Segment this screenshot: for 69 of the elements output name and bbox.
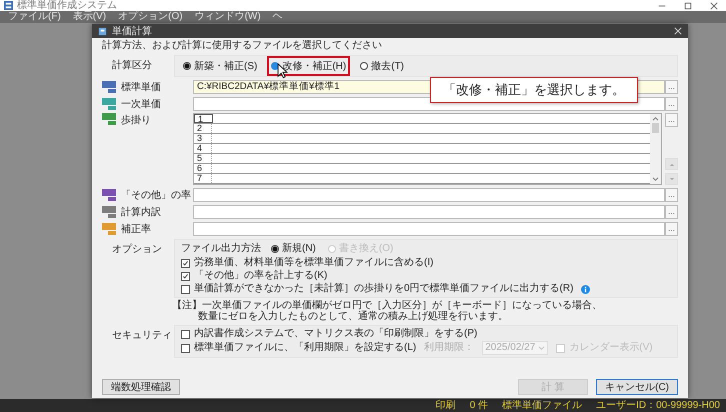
down-triangle-icon [668,176,674,182]
field-label: 補正率 [121,222,152,236]
section-label: 計算区分 [111,58,153,72]
field-label: 歩掛り [121,114,152,127]
browse-button[interactable]: ... [665,188,678,202]
radio-option[interactable]: 新規(N) [269,242,318,256]
checkbox-option[interactable]: 内訳書作成システムで、マトリクス表の「印刷制限」をする(P) [181,328,478,340]
row-number: 4 [194,144,212,153]
scroll-up-icon[interactable] [652,116,659,121]
menu-item[interactable]: ヘ [272,11,283,23]
row-number: 2 [194,124,212,133]
radio-option[interactable]: 新築・補正(S) [181,58,260,74]
file-path-field[interactable] [193,222,665,236]
close-icon[interactable] [710,2,718,10]
info-icon[interactable] [581,284,590,294]
field-label: 一次単価 [121,98,162,110]
scrollbar[interactable] [650,114,661,184]
radio-button[interactable] [183,62,191,70]
field-label: 計算内訳 [121,206,162,218]
field-label: 「その他」の率 [121,188,192,202]
menu-item[interactable]: 表示(V) [72,11,106,23]
field-label: 標準単価 [121,80,162,94]
browse-button[interactable]: ... [665,204,678,218]
cancel-button[interactable]: キャンセル(C) [596,379,678,395]
section-label: オプション [111,242,163,256]
browse-button[interactable]: ... [665,222,678,236]
menu-item[interactable]: オプション(O) [118,11,183,23]
radio-button[interactable] [360,62,368,70]
checkbox-option[interactable]: 「その他」の率を計上する(K) [181,270,328,282]
browse-button[interactable]: ... [665,80,678,94]
radio-option[interactable]: 改修・補正(H) [269,58,348,74]
up-triangle-icon [668,162,674,166]
radio-label: 撤去(T) [371,60,404,73]
radio-label: 新築・補正(S) [194,60,258,73]
row-number: 1 [194,114,213,123]
calculator-icon [98,26,107,36]
browse-button[interactable]: ... [665,96,678,110]
status-text: 印刷 [436,399,456,412]
row-number: 7 [194,174,212,183]
maximize-icon[interactable] [684,2,692,10]
row-number: 3 [194,134,212,143]
section-label: セキュリティ [111,329,173,342]
radio-button[interactable] [271,62,280,70]
menu-item[interactable]: ファイル(F) [8,11,61,23]
menu-item[interactable]: ウィンドウ(W) [194,11,261,23]
instruction-text: 計算方法、および計算に使用するファイルを選択してください [102,40,383,52]
file-path-field[interactable] [193,188,665,202]
note-text: 【注】一次単価ファイルの単価欄がゼロ円で［入力区分］が［キーボード］になっている場合、 [172,300,603,311]
radio-option[interactable]: 撤去(T) [358,58,406,74]
app-title: 標準単価作成システム [17,0,117,11]
browse-button[interactable]: ... [665,113,678,127]
status-text: 標準単価ファイル [502,399,582,412]
note-text: 数量にゼロを入力したものとして、通常の積み上げ処理を行います。 [197,311,509,322]
scroll-down-icon[interactable] [652,177,659,182]
checkbox-option[interactable]: 労務単価、材料単価等を標準単価ファイルに含める(I) [181,257,434,269]
status-text: ユーザーID：00-99999-H00 [596,399,720,412]
file-path-field[interactable] [193,204,665,218]
option-label: ファイル出力方法 [181,243,261,255]
status-text: 0 件 [470,399,488,412]
row-number: 6 [194,164,212,173]
expiry-label: 利用期限： [424,342,474,354]
scrollbar-thumb[interactable] [652,123,659,133]
fraction-check-button[interactable]: 端数処理確認 [102,379,180,395]
checkbox-option[interactable]: 単価計算ができなかった［未計算］の歩掛りを0円で標準単価ファイルに出力する(R) [181,283,574,295]
radio-label: 改修・補正(H) [282,60,346,73]
row-number: 5 [194,154,212,163]
checkbox-option[interactable]: 標準単価ファイルに、「利用期限」を設定する(L) [181,342,416,354]
dialog-title: 単価計算 [112,24,152,38]
callout-tooltip: 「改修・補正」を選択します。 [430,77,638,103]
